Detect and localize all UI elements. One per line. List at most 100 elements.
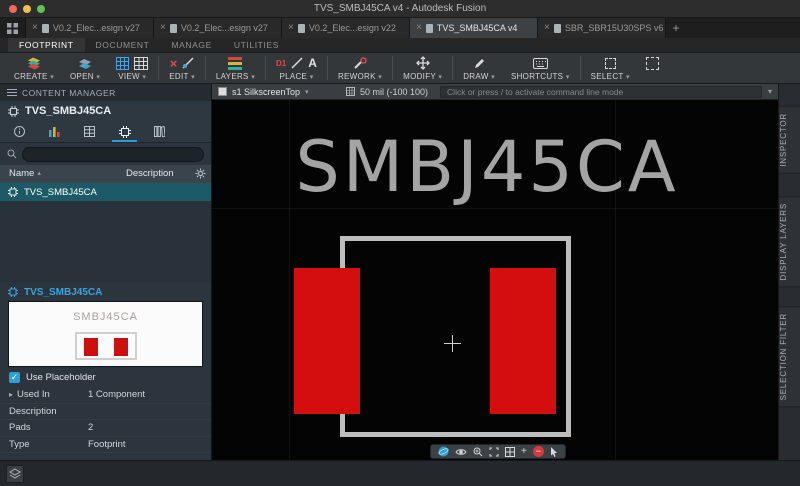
modify-group[interactable]: MODIFY ▾ bbox=[395, 53, 450, 83]
place-group[interactable]: D1 A PLACE ▾ bbox=[268, 53, 325, 83]
tab-table[interactable] bbox=[72, 121, 107, 142]
marquee-tool[interactable] bbox=[638, 53, 667, 83]
column-header-description[interactable]: Description bbox=[126, 165, 174, 183]
rework-group[interactable]: REWORK ▾ bbox=[330, 53, 390, 83]
footprint-row-selected[interactable]: TVS_SMBJ45CA bbox=[0, 183, 211, 201]
prop-label: Type bbox=[9, 438, 30, 450]
layers-group[interactable]: LAYERS ▾ bbox=[208, 53, 263, 83]
preview-silkscreen-text: SMBJ45CA bbox=[73, 311, 138, 323]
close-tab-icon[interactable]: × bbox=[416, 23, 422, 33]
close-tab-icon[interactable]: × bbox=[32, 23, 38, 33]
select-group[interactable]: SELECT ▾ bbox=[583, 53, 638, 83]
tab-attributes[interactable] bbox=[37, 121, 72, 142]
document-tab-3[interactable]: × V0.2_Elec...esign v22 bbox=[282, 18, 410, 38]
close-window-button[interactable] bbox=[9, 5, 17, 13]
eye-icon[interactable] bbox=[455, 448, 467, 456]
document-tab-active[interactable]: × TVS_SMBJ45CA v4 bbox=[410, 18, 538, 38]
tab-selection-filter[interactable]: SELECTION FILTER bbox=[779, 306, 800, 408]
document-tab-1[interactable]: × V0.2_Elec...esign v27 bbox=[26, 18, 154, 38]
edit-group[interactable]: × EDIT ▾ bbox=[161, 53, 203, 83]
table-settings-button[interactable] bbox=[195, 168, 206, 186]
sort-ascending-icon: ▴ bbox=[37, 170, 41, 177]
prop-row-pads: Pads 2 bbox=[0, 420, 211, 437]
content-manager-tabs bbox=[0, 121, 211, 143]
zoom-out-icon[interactable]: − bbox=[532, 446, 544, 457]
layer-color-swatch bbox=[218, 87, 227, 96]
prop-row-used-in[interactable]: ▸ Used In 1 Component bbox=[0, 387, 211, 404]
place-label: PLACE bbox=[279, 72, 308, 81]
titlebar: TVS_SMBJ45CA v4 - Autodesk Fusion bbox=[0, 0, 800, 18]
use-placeholder-row: ✓ Use Placeholder bbox=[0, 367, 211, 387]
disclosure-icon[interactable]: ▸ bbox=[9, 387, 13, 404]
data-panel-toggle-button[interactable] bbox=[0, 18, 26, 38]
use-placeholder-label: Use Placeholder bbox=[26, 371, 96, 383]
chevron-down-icon: ▾ bbox=[378, 74, 383, 81]
delete-icon[interactable]: × bbox=[170, 57, 178, 70]
chevron-down-icon: ▾ bbox=[191, 74, 195, 81]
tab-footprint[interactable]: FOOTPRINT bbox=[8, 38, 85, 52]
minimize-window-button[interactable] bbox=[23, 5, 31, 13]
use-placeholder-checkbox[interactable]: ✓ bbox=[9, 371, 20, 383]
line-tool-icon[interactable] bbox=[291, 57, 303, 69]
zoom-in-icon[interactable]: + bbox=[521, 446, 527, 457]
cursor-icon[interactable] bbox=[550, 446, 558, 457]
info-icon bbox=[14, 126, 25, 137]
edit-label: EDIT bbox=[169, 72, 189, 81]
grid-size-label: 50 mil (-100 100) bbox=[360, 86, 429, 97]
footprint-canvas[interactable]: SMBJ45CA + − bbox=[212, 100, 778, 460]
search-input[interactable] bbox=[22, 146, 204, 162]
library-icon bbox=[154, 126, 165, 137]
pencil-icon bbox=[474, 58, 484, 68]
tab-manage[interactable]: MANAGE bbox=[160, 38, 222, 52]
preview-outline bbox=[74, 332, 137, 360]
table-body-empty[interactable] bbox=[0, 201, 211, 283]
fullscreen-window-button[interactable] bbox=[37, 5, 45, 13]
zoom-fit-icon[interactable] bbox=[489, 447, 499, 457]
column-header-name[interactable]: Name ▴ bbox=[9, 165, 41, 183]
close-tab-icon[interactable]: × bbox=[288, 23, 294, 33]
prop-value: Footprint bbox=[88, 438, 126, 450]
prop-label: Used In bbox=[17, 389, 50, 400]
chevron-down-icon[interactable]: ▾ bbox=[768, 87, 772, 96]
rework-label: REWORK bbox=[337, 72, 376, 81]
tab-library[interactable] bbox=[142, 121, 177, 142]
zoom-icon[interactable] bbox=[473, 447, 483, 457]
silkscreen-text-object[interactable]: SMBJ45CA bbox=[244, 132, 730, 202]
layer-dropdown[interactable]: s1 SilkscreenTop ▾ bbox=[218, 87, 336, 97]
grid-toggle-icon[interactable] bbox=[505, 446, 515, 457]
tab-inspector[interactable]: INSPECTOR bbox=[779, 106, 800, 174]
create-icon bbox=[28, 57, 40, 70]
tab-display-layers[interactable]: DISPLAY LAYERS bbox=[779, 196, 800, 288]
open-group[interactable]: OPEN ▾ bbox=[62, 53, 108, 83]
toolbar-separator bbox=[392, 56, 394, 80]
text-tool-icon[interactable]: A bbox=[308, 57, 317, 69]
orbit-icon[interactable] bbox=[438, 446, 449, 457]
pad-1[interactable] bbox=[294, 268, 360, 414]
close-tab-icon[interactable]: × bbox=[544, 23, 550, 33]
device-row[interactable]: TVS_SMBJ45CA bbox=[0, 101, 211, 121]
tab-footprints[interactable] bbox=[107, 121, 142, 142]
footprint-row-label: TVS_SMBJ45CA bbox=[24, 186, 97, 198]
create-group[interactable]: CREATE ▾ bbox=[6, 53, 62, 83]
document-tab-5[interactable]: × SBR_SBR15U30SPS v6 bbox=[538, 18, 666, 38]
command-line-input[interactable]: Click or press / to activate command lin… bbox=[440, 85, 762, 98]
name-tool-icon[interactable]: D1 bbox=[276, 59, 286, 68]
tab-utilities[interactable]: UTILITIES bbox=[223, 38, 290, 52]
view-group[interactable]: VIEW ▾ bbox=[108, 53, 156, 83]
new-tab-button[interactable]: + bbox=[666, 18, 686, 38]
draw-group[interactable]: DRAW ▾ bbox=[455, 53, 503, 83]
shortcuts-group[interactable]: SHORTCUTS ▾ bbox=[503, 53, 578, 83]
grid-size-indicator[interactable]: 50 mil (-100 100) bbox=[346, 87, 428, 97]
close-tab-icon[interactable]: × bbox=[160, 23, 166, 33]
grid-settings-icon[interactable] bbox=[134, 56, 149, 70]
document-tab-2[interactable]: × V0.2_Elec...esign v27 bbox=[154, 18, 282, 38]
change-icon[interactable] bbox=[182, 57, 194, 69]
tab-info[interactable] bbox=[2, 121, 37, 142]
pad-2[interactable] bbox=[490, 268, 556, 414]
shortcuts-label: SHORTCUTS bbox=[510, 72, 564, 81]
layer-toolbar: s1 SilkscreenTop ▾ 50 mil (-100 100) Cli… bbox=[212, 84, 778, 100]
view-label: VIEW bbox=[118, 72, 140, 81]
browser-toggle-button[interactable] bbox=[6, 465, 24, 483]
tab-document[interactable]: DOCUMENT bbox=[85, 38, 161, 52]
gear-icon bbox=[195, 168, 206, 179]
